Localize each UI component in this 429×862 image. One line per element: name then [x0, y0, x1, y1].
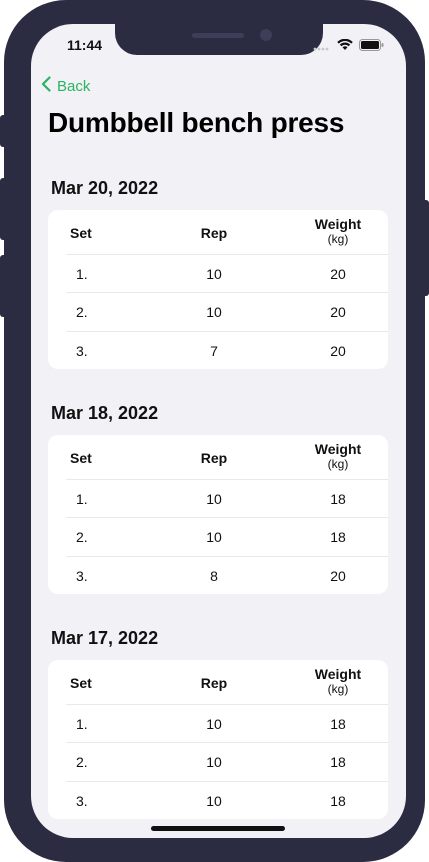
header-weight-unit: (kg) [327, 682, 349, 696]
cell-rep: 10 [206, 491, 222, 507]
cell-rep: 10 [206, 529, 222, 545]
cell-weight: 18 [330, 716, 346, 732]
table-row: 2. 10 18 [66, 517, 388, 556]
session-date: Mar 18, 2022 [51, 403, 159, 423]
header-weight-unit: (kg) [327, 457, 349, 471]
status-icons [313, 38, 384, 56]
back-label: Back [57, 77, 91, 95]
cell-rep: 10 [206, 754, 222, 770]
header-rep: Rep [200, 225, 228, 241]
power-button [421, 200, 429, 296]
cell-set: 1. [76, 266, 88, 282]
header-set: Set [70, 225, 92, 241]
header-weight-unit: (kg) [327, 232, 349, 246]
table-row: 2. 10 18 [66, 742, 388, 781]
cell-set: 3. [76, 343, 88, 359]
header-weight: Weight (kg) [308, 442, 368, 472]
volume-up-button [0, 178, 8, 240]
table-row: 1. 10 20 [66, 254, 388, 293]
table-header: Set Rep Weight (kg) [48, 660, 388, 704]
status-time: 11:44 [67, 37, 103, 53]
sets-table: Set Rep Weight (kg) 1. 10 18 2. 10 18 3. … [48, 660, 388, 819]
back-button[interactable]: Back [41, 76, 90, 96]
table-row: 3. 10 18 [66, 781, 388, 820]
cell-rep: 10 [206, 266, 222, 282]
cell-weight: 18 [330, 754, 346, 770]
notch [115, 24, 323, 55]
header-weight-label: Weight [314, 666, 362, 682]
cell-weight: 18 [330, 491, 346, 507]
cell-rep: 10 [206, 304, 222, 320]
cell-set: 2. [76, 304, 88, 320]
home-indicator[interactable] [151, 826, 285, 831]
cell-rep: 7 [210, 343, 218, 359]
cell-set: 2. [76, 754, 88, 770]
header-rep: Rep [200, 450, 228, 466]
cell-weight: 18 [330, 793, 346, 809]
mute-switch [0, 115, 8, 147]
header-weight: Weight (kg) [308, 667, 368, 697]
header-rep: Rep [200, 675, 228, 691]
table-row: 1. 10 18 [66, 479, 388, 518]
cell-weight: 20 [330, 343, 346, 359]
table-row: 1. 10 18 [66, 704, 388, 743]
wifi-icon [337, 38, 353, 56]
speaker-grille [192, 33, 244, 38]
screen: 11:44 Back Dumbbell bench press Mar 20, … [31, 24, 406, 838]
cell-rep: 8 [210, 568, 218, 584]
header-set: Set [70, 675, 92, 691]
volume-down-button [0, 255, 8, 317]
page-title: Dumbbell bench press [48, 107, 345, 138]
cell-set: 3. [76, 568, 88, 584]
chevron-left-icon [41, 76, 51, 96]
cell-rep: 10 [206, 716, 222, 732]
cell-rep: 10 [206, 793, 222, 809]
cell-weight: 20 [330, 568, 346, 584]
table-row: 3. 8 20 [66, 556, 388, 595]
header-weight: Weight (kg) [308, 217, 368, 247]
cell-weight: 18 [330, 529, 346, 545]
header-weight-label: Weight [314, 216, 362, 232]
phone-frame: 11:44 Back Dumbbell bench press Mar 20, … [0, 0, 429, 862]
session-date: Mar 17, 2022 [51, 628, 159, 648]
front-camera [260, 29, 272, 41]
signal-icon [313, 38, 331, 56]
cell-set: 1. [76, 491, 88, 507]
cell-weight: 20 [330, 304, 346, 320]
cell-set: 2. [76, 529, 88, 545]
cell-set: 3. [76, 793, 88, 809]
header-weight-label: Weight [314, 441, 362, 457]
table-row: 3. 7 20 [66, 331, 388, 370]
cell-weight: 20 [330, 266, 346, 282]
sets-table: Set Rep Weight (kg) 1. 10 18 2. 10 18 3. … [48, 435, 388, 594]
battery-icon [359, 38, 384, 56]
table-header: Set Rep Weight (kg) [48, 435, 388, 479]
table-row: 2. 10 20 [66, 292, 388, 331]
header-set: Set [70, 450, 92, 466]
session-date: Mar 20, 2022 [51, 178, 159, 198]
sets-table: Set Rep Weight (kg) 1. 10 20 2. 10 20 3. … [48, 210, 388, 369]
cell-set: 1. [76, 716, 88, 732]
table-header: Set Rep Weight (kg) [48, 210, 388, 254]
